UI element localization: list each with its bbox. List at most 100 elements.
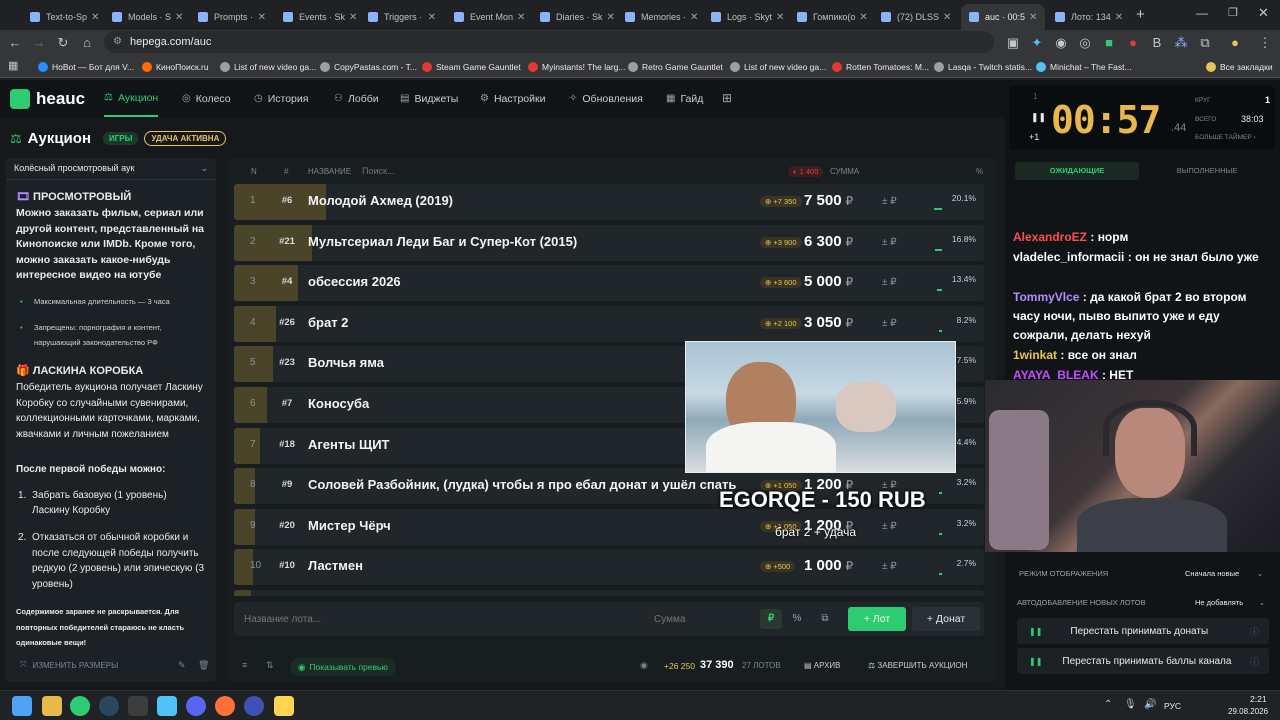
nav-item[interactable]: ⚖ Аукцион <box>104 80 159 117</box>
row-lot-name[interactable]: Соловей Разбойник, (лудка) чтобы я про е… <box>308 477 736 492</box>
language-indicator[interactable]: РУС <box>1164 701 1181 711</box>
add-donate-button[interactable]: + Донат <box>912 607 980 631</box>
bookmark-item[interactable]: Myinstants! The larg... <box>528 59 625 75</box>
trash-icon[interactable]: 🗑 <box>198 660 209 671</box>
sort-icon[interactable]: ⇅ <box>266 660 274 671</box>
nav-item[interactable]: ⚙ Настройки <box>480 80 545 117</box>
forward-icon[interactable]: → <box>30 34 48 52</box>
search-input[interactable] <box>362 163 562 179</box>
bookmark-item[interactable]: Lasqa - Twitch statis... <box>934 59 1032 75</box>
windows-start-icon[interactable] <box>12 696 32 716</box>
collapse-icon[interactable]: ≡ <box>242 660 247 670</box>
browser-tab[interactable]: Event Mon ✕ <box>446 4 530 30</box>
table-row[interactable]: 9 #20 Мистер Чёрч ⊕ +1 050 1 200 ₽ ± ₽3.2% <box>234 508 984 545</box>
close-tab-icon[interactable]: ✕ <box>772 12 784 23</box>
chat-username[interactable]: 1winkat <box>1013 348 1057 362</box>
row-lot-name[interactable]: Агенты ЩИТ <box>308 437 390 452</box>
discord-icon[interactable] <box>186 696 206 716</box>
extension-icon[interactable]: ◉ <box>1052 34 1070 52</box>
nav-item[interactable]: ▤ Виджеты <box>400 80 458 117</box>
lot-name-input[interactable] <box>244 610 634 628</box>
reload-icon[interactable]: ↻ <box>54 34 72 52</box>
app-icon[interactable] <box>274 696 294 716</box>
terminal-icon[interactable] <box>128 696 148 716</box>
tab-done[interactable]: ВЫПОЛНЕННЫЕ <box>1145 162 1269 180</box>
clock-date[interactable]: 29.08.2026 <box>1228 707 1268 716</box>
close-tab-icon[interactable]: ✕ <box>345 12 357 23</box>
row-adjust-button[interactable]: ± ₽ <box>882 318 897 329</box>
table-row[interactable]: 3 #4 обсессия 2026 ⊕ +3 600 5 000 ₽ ± ₽ 13.4% <box>234 265 984 302</box>
browser-tab[interactable]: Гомпико(о ✕ <box>789 4 873 30</box>
table-row[interactable]: 1 #6 Молодой Ахмед (2019) ⊕ +7 350 7 500 ₽ ± ₽… <box>234 184 984 220</box>
stop-points-button[interactable]: ❚❚ Перестать принимать баллы канала ⓘ <box>1017 648 1269 674</box>
row-lot-name[interactable]: обсессия 2026 <box>308 274 401 289</box>
row-amount[interactable]: 6 300 ₽ <box>804 233 853 250</box>
close-tab-icon[interactable]: ✕ <box>1025 12 1037 23</box>
browser-tab[interactable]: Models · S ✕ <box>104 4 188 30</box>
browser-tab[interactable]: (72) DLSS ✕ <box>873 4 957 30</box>
apps-grid-icon[interactable]: ▦ <box>8 59 18 72</box>
bookmark-item[interactable]: HoBot — Бот для V... <box>38 59 134 75</box>
row-lot-name[interactable]: Мультсериал Леди Баг и Супер-Кот (2015) <box>308 234 577 249</box>
file-explorer-icon[interactable] <box>42 696 62 716</box>
column-header-sum[interactable]: СУММА <box>830 167 859 176</box>
bookmark-item[interactable]: Minichat – The Fast... <box>1036 59 1132 75</box>
chat-username[interactable]: AlexandroEZ <box>1013 230 1087 244</box>
browser-tab[interactable]: Лото: 134 ✕ <box>1047 4 1127 30</box>
bookmark-item[interactable]: КиноПоиск.ru <box>142 59 209 75</box>
add-lot-button[interactable]: + Лот <box>848 607 906 631</box>
table-row[interactable]: 10 #10 Ластмен ⊕ +500 1 000 ₽ ± ₽ 2.7% <box>234 549 984 586</box>
archive-button[interactable]: ▤ АРХИВ <box>804 661 841 670</box>
row-adjust-button[interactable]: ± ₽ <box>882 196 897 207</box>
close-tab-icon[interactable]: ✕ <box>424 12 436 23</box>
row-amount[interactable]: 5 000 ₽ <box>804 273 853 290</box>
row-amount[interactable]: 1 000 ₽ <box>804 557 853 574</box>
table-row[interactable]: 11#14У края бездны (2 серия)⊕ +600800₽± … <box>234 590 984 596</box>
close-tab-icon[interactable]: ✕ <box>254 12 266 23</box>
row-amount[interactable]: 3 050 ₽ <box>804 314 853 331</box>
row-lot-name[interactable]: Мистер Чёрч <box>308 518 391 533</box>
bookmark-item[interactable]: Все закладки <box>1206 59 1273 75</box>
site-info-icon[interactable]: ⚙ <box>113 31 122 53</box>
rules-dropdown[interactable]: Колёсный просмотровый аук ⌄ <box>6 158 216 180</box>
games-badge[interactable]: ИГРЫ <box>103 132 139 145</box>
close-tab-icon[interactable]: ✕ <box>87 12 99 23</box>
chat-username[interactable]: vladelec_informacii <box>1013 250 1124 264</box>
add-minute-button[interactable]: +1 <box>1029 132 1039 142</box>
extension-icon[interactable]: ⁂ <box>1172 34 1190 52</box>
bookmark-item[interactable]: Steam Game Gauntlet <box>422 59 521 75</box>
row-adjust-button[interactable]: ± ₽ <box>882 561 897 572</box>
stop-donations-button[interactable]: ❚❚ Перестать принимать донаты ⓘ <box>1017 618 1269 644</box>
row-lot-name[interactable]: Ластмен <box>308 558 363 573</box>
browser-tab[interactable]: Events · Sk ✕ <box>275 4 359 30</box>
app-logo[interactable]: heauc <box>10 89 85 109</box>
close-tab-icon[interactable]: ✕ <box>686 12 698 23</box>
tray-chevron-icon[interactable]: ⌃ <box>1104 699 1112 710</box>
nav-item[interactable]: ◎ Колесо <box>182 80 231 117</box>
browser-tab[interactable]: Prompts · ✕ <box>190 4 274 30</box>
close-tab-icon[interactable]: ✕ <box>171 12 183 23</box>
percent-toggle-button[interactable]: % <box>786 609 808 629</box>
firefox-icon[interactable] <box>215 696 235 716</box>
browser-tab[interactable]: Logs · Skyt ✕ <box>703 4 787 30</box>
bookmark-item[interactable]: CopyPastas.com - T... <box>320 59 417 75</box>
bookmark-item[interactable]: Retro Game Gauntlet <box>628 59 723 75</box>
extension-icon[interactable]: ● <box>1124 34 1142 52</box>
minimize-icon[interactable]: — <box>1196 6 1208 20</box>
nav-item[interactable]: ✧ Обновления <box>569 80 643 117</box>
back-icon[interactable]: ← <box>6 34 24 52</box>
profile-avatar-icon[interactable]: ● <box>1226 34 1244 52</box>
row-adjust-button[interactable]: ± ₽ <box>882 237 897 248</box>
speaker-icon[interactable]: 🔊 <box>1144 699 1156 710</box>
row-adjust-button[interactable]: ± ₽ <box>882 277 897 288</box>
tab-pending[interactable]: ОЖИДАЮЩИЕ <box>1015 162 1139 180</box>
row-lot-name[interactable]: Коносуба <box>308 396 369 411</box>
table-row[interactable]: 2 #21 Мультсериал Леди Баг и Супер-Кот (20… <box>234 224 984 261</box>
luck-active-badge[interactable]: УДАЧА АКТИВНА <box>144 131 227 146</box>
row-adjust-button[interactable]: ± ₽ <box>882 521 897 532</box>
bookmark-item[interactable]: List of new video ga... <box>220 59 316 75</box>
nav-item[interactable]: ◷ История <box>254 80 308 117</box>
layout-grid-icon[interactable]: ⊞ <box>722 91 732 105</box>
nav-item[interactable]: ⚇ Лобби <box>334 80 379 117</box>
copy-icon[interactable]: ⧉ <box>814 609 836 629</box>
